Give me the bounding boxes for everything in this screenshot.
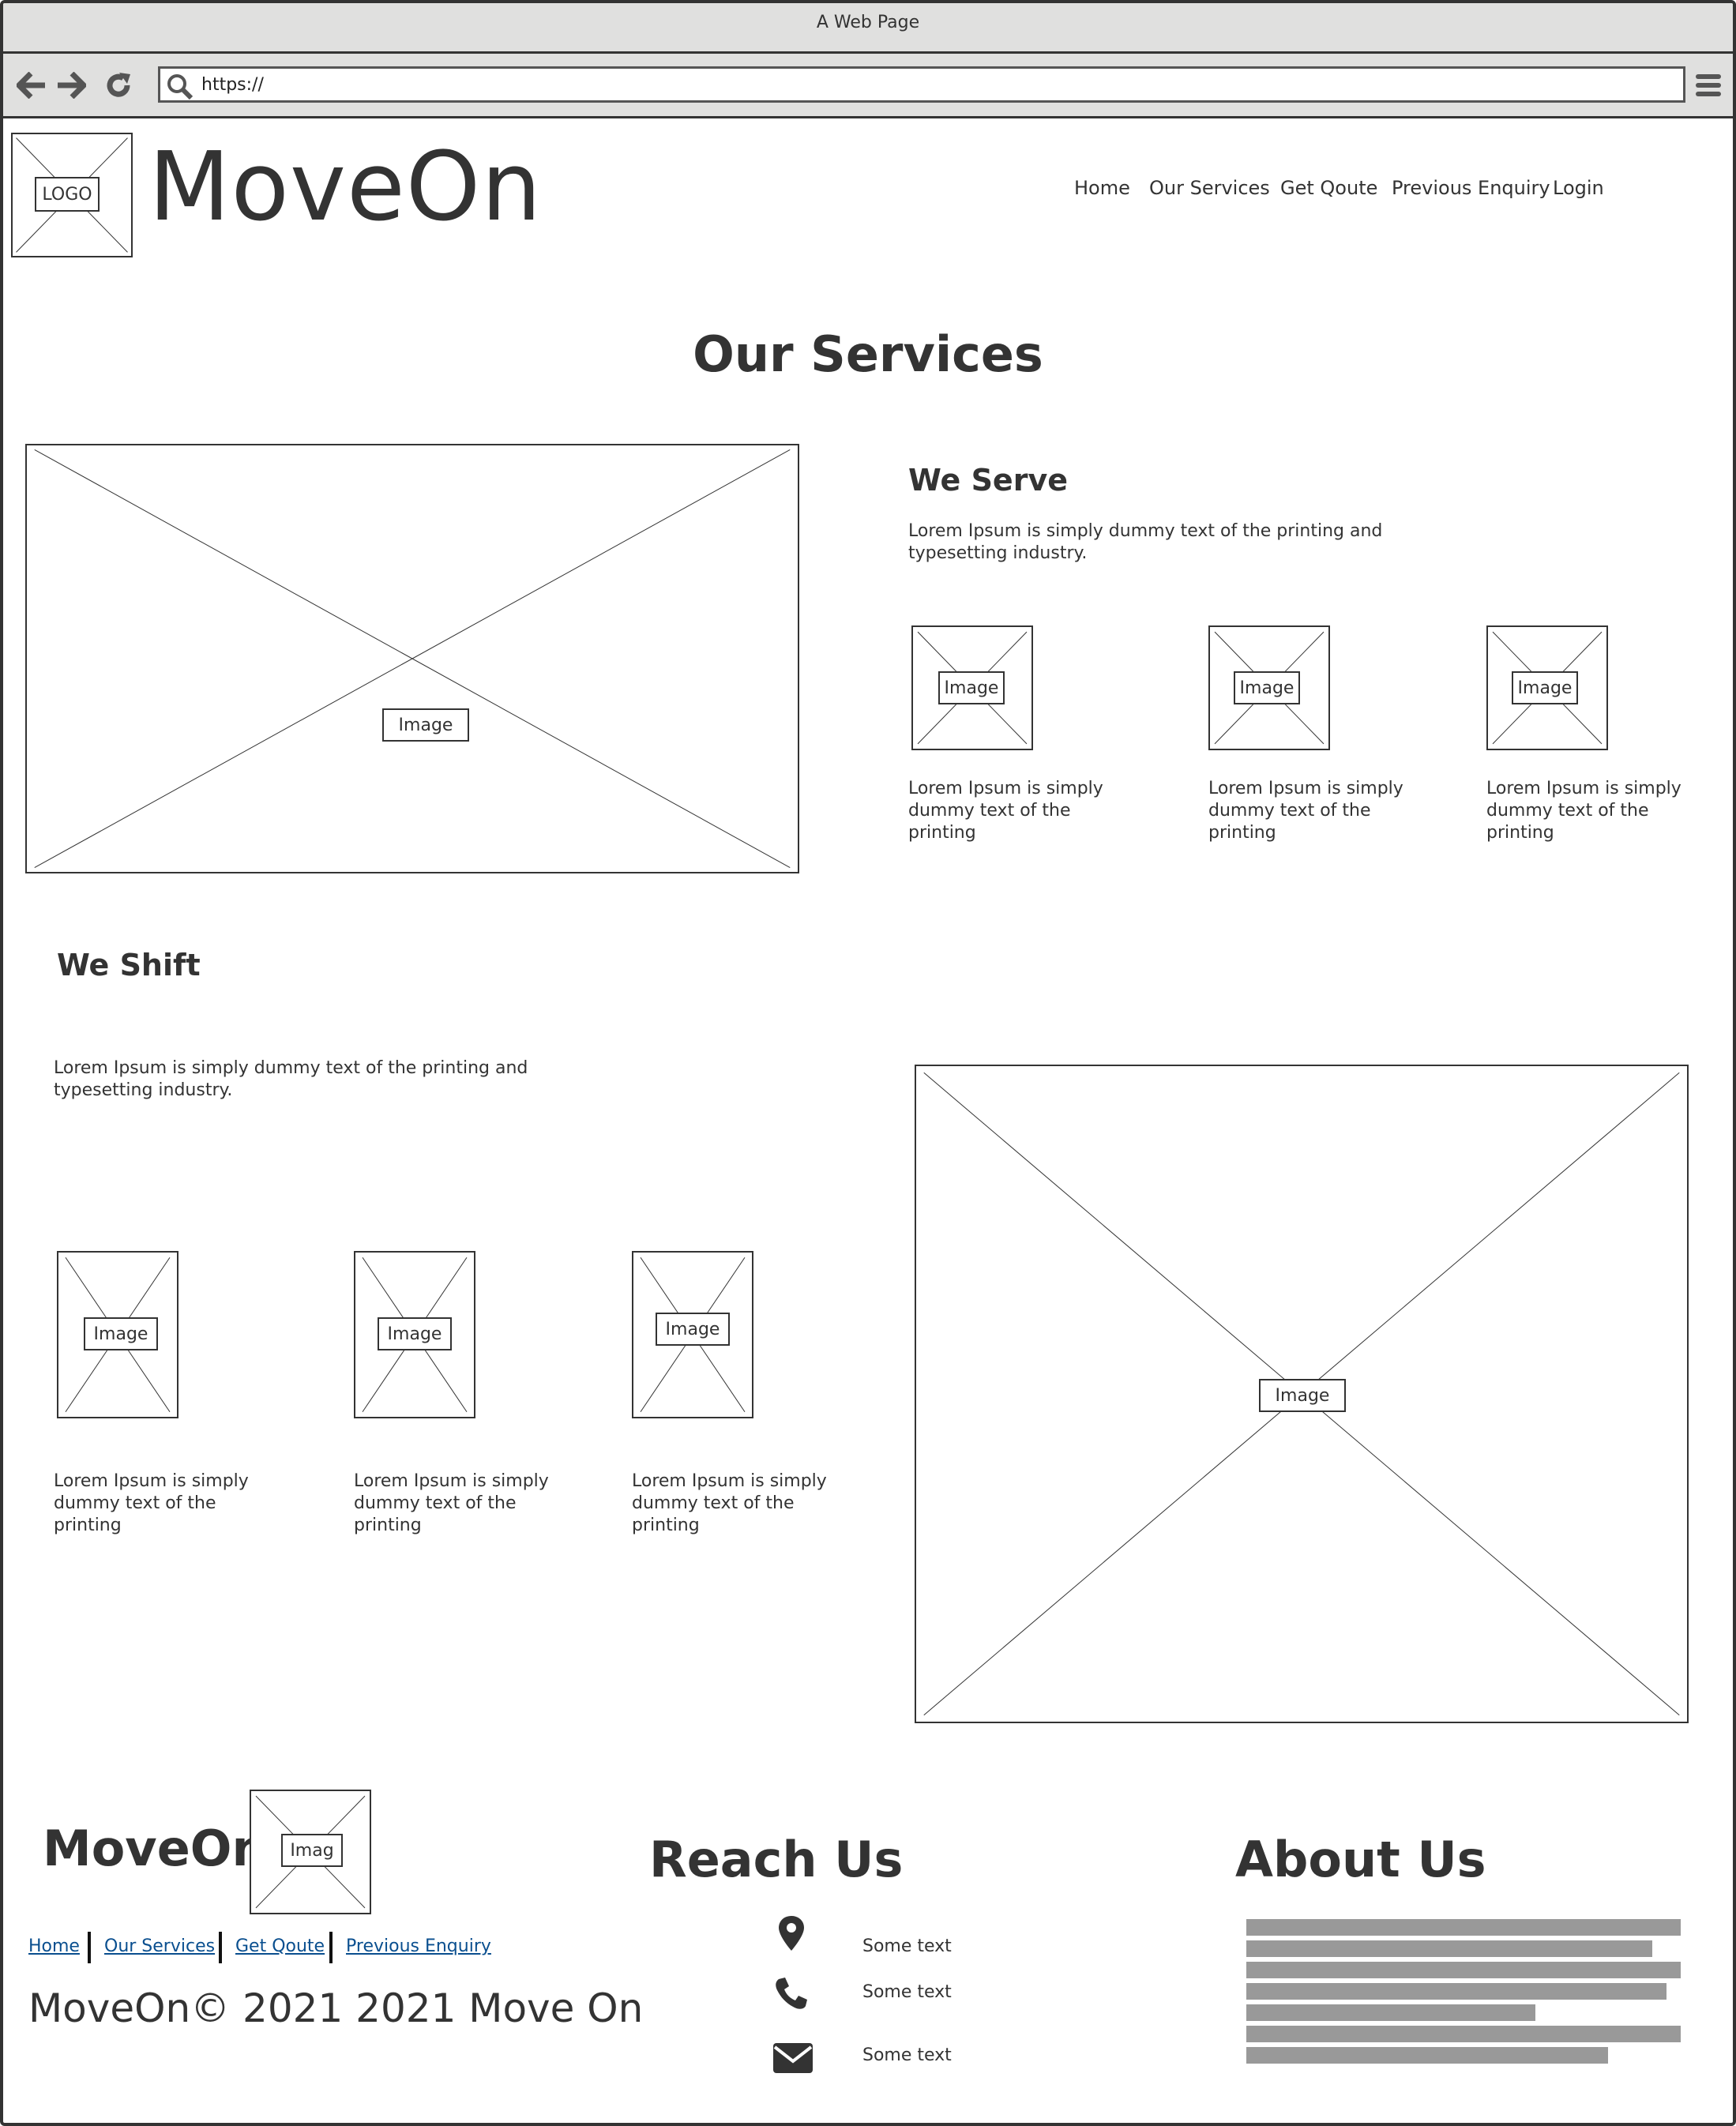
logo-label: LOGO — [35, 177, 100, 212]
about-text-line — [1246, 2026, 1681, 2042]
map-pin-icon — [779, 1916, 804, 1951]
reach-us-heading: Reach Us — [649, 1831, 904, 1888]
envelope-icon — [773, 2043, 813, 2073]
nav-previous-enquiry[interactable]: Previous Enquiry — [1392, 177, 1550, 199]
serve-item-text: Lorem Ipsum is simply dummy text of the … — [1208, 779, 1403, 843]
page-title: Our Services — [693, 325, 1043, 383]
footer-link-separator — [88, 1932, 91, 1963]
arrow-right-icon — [58, 72, 86, 99]
serve-item-image: Image — [911, 625, 1033, 750]
copyright: MoveOn© 2021 2021 Move On — [28, 1985, 644, 2031]
nav-our-services[interactable]: Our Services — [1149, 177, 1270, 199]
about-text-line — [1246, 2047, 1608, 2064]
serve-item-text: Lorem Ipsum is simply dummy text of the … — [908, 779, 1103, 843]
contact-text: Some text — [862, 2045, 952, 2065]
shift-text: Lorem Ipsum is simply dummy text of the … — [54, 1058, 528, 1100]
shift-item-text: Lorem Ipsum is simply dummy text of the … — [354, 1471, 549, 1535]
shift-item-image: Image — [57, 1251, 178, 1418]
image-label: Image — [1234, 671, 1300, 704]
hamburger-icon — [1696, 74, 1721, 96]
serve-item-image: Image — [1208, 625, 1330, 750]
image-placeholder-icon — [27, 445, 798, 872]
serve-hero-image: Image — [25, 444, 799, 873]
shift-item-image: Image — [632, 1251, 753, 1418]
nav-login[interactable]: Login — [1553, 177, 1604, 199]
reload-icon — [107, 73, 130, 97]
image-label: Image — [1259, 1379, 1346, 1412]
contact-text: Some text — [862, 1982, 952, 2002]
reload-button[interactable] — [103, 69, 134, 101]
about-text-line — [1246, 1919, 1681, 1936]
shift-heading: We Shift — [57, 948, 201, 982]
forward-button[interactable] — [55, 69, 87, 101]
header-logo[interactable]: LOGO — [11, 133, 133, 257]
footer-link-our-services[interactable]: Our Services — [104, 1936, 215, 1956]
footer-logo: Imag — [250, 1790, 371, 1914]
nav-get-qoute[interactable]: Get Qoute — [1280, 177, 1377, 199]
browser-menu-button[interactable] — [1695, 69, 1727, 101]
footer-link-separator — [219, 1932, 222, 1963]
shift-item-image: Image — [354, 1251, 475, 1418]
about-text-line — [1246, 1983, 1666, 2000]
phone-icon — [776, 1978, 807, 2009]
about-us-heading: About Us — [1235, 1831, 1486, 1888]
serve-item-image: Image — [1486, 625, 1608, 750]
image-label: Image — [84, 1317, 158, 1350]
search-icon — [167, 74, 194, 100]
arrow-left-icon — [17, 72, 45, 99]
footer-link-home[interactable]: Home — [28, 1936, 80, 1956]
shift-item-text: Lorem Ipsum is simply dummy text of the … — [54, 1471, 249, 1535]
footer-link-separator — [329, 1932, 333, 1963]
about-text-line — [1246, 2004, 1535, 2021]
contact-text: Some text — [862, 1936, 952, 1956]
shift-hero-image: Image — [915, 1065, 1689, 1723]
about-text-line — [1246, 1962, 1681, 1978]
serve-item-text: Lorem Ipsum is simply dummy text of the … — [1486, 779, 1682, 843]
url-text: https:// — [201, 75, 264, 95]
browser-toolbar: https:// — [3, 54, 1733, 118]
nav-home[interactable]: Home — [1074, 177, 1130, 199]
back-button[interactable] — [16, 69, 47, 101]
address-bar[interactable]: https:// — [158, 66, 1685, 103]
image-label: Image — [378, 1317, 452, 1350]
brand-name: MoveOn — [148, 133, 543, 242]
image-label: Image — [656, 1313, 730, 1346]
image-label: Image — [1512, 671, 1578, 704]
shift-item-text: Lorem Ipsum is simply dummy text of the … — [632, 1471, 827, 1535]
window-title: A Web Page — [816, 13, 920, 32]
browser-window: A Web Page https:// LOGO MoveOn Home Our… — [0, 0, 1736, 2126]
footer-brand: MoveOn — [43, 1820, 267, 1877]
title-bar: A Web Page — [3, 3, 1733, 54]
about-text-line — [1246, 1940, 1652, 1957]
logo-label: Imag — [281, 1834, 343, 1867]
footer-link-get-qoute[interactable]: Get Qoute — [235, 1936, 325, 1956]
serve-heading: We Serve — [908, 463, 1068, 498]
image-label: Image — [382, 708, 469, 742]
image-label: Image — [938, 671, 1005, 704]
serve-text: Lorem Ipsum is simply dummy text of the … — [908, 521, 1383, 563]
footer-link-previous-enquiry[interactable]: Previous Enquiry — [346, 1936, 491, 1956]
